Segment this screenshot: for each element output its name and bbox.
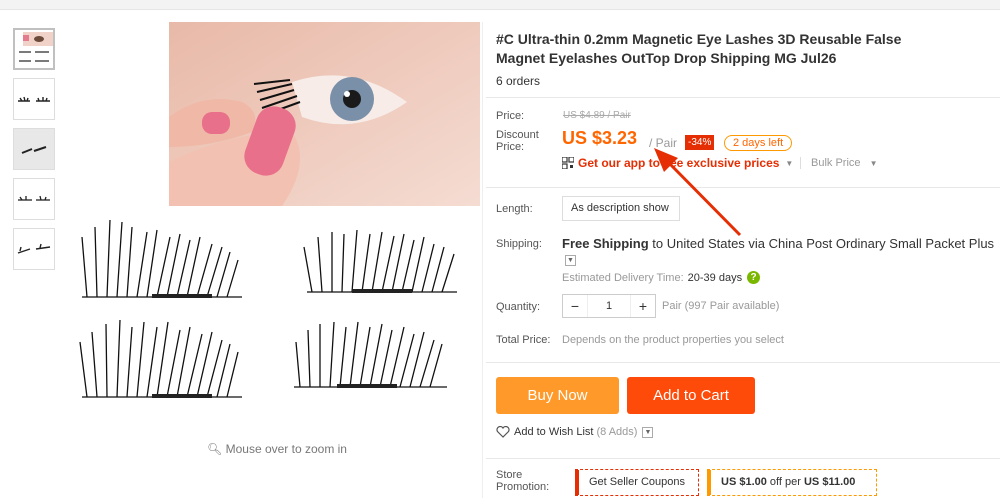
panel-divider — [482, 22, 483, 498]
zoom-hint-text: Mouse over to zoom in — [225, 442, 347, 456]
store-deal-button[interactable]: US $1.00 off per US $11.00 ▼ — [707, 469, 877, 496]
divider — [486, 362, 1000, 363]
free-shipping-text: Free Shipping — [562, 236, 649, 251]
top-strip — [0, 0, 1000, 10]
total-price-value: Depends on the product properties you se… — [562, 334, 784, 346]
add-to-wishlist-link[interactable]: Add to Wish List (8 Adds) ▼ — [496, 426, 654, 438]
buy-now-button[interactable]: Buy Now — [496, 377, 619, 414]
total-price-label: Total Price: — [496, 334, 551, 346]
qr-code-icon — [562, 157, 574, 169]
chevron-down-icon[interactable]: ▼ — [565, 255, 576, 267]
shipping-label: Shipping: — [496, 238, 542, 250]
deal-threshold: US $11.00 — [803, 476, 856, 488]
thumbnail-2[interactable] — [13, 78, 55, 120]
seller-coupons-button[interactable]: Get Seller Coupons ▼ — [575, 469, 699, 496]
seller-coupons-text: Get Seller Coupons — [589, 476, 685, 488]
delivery-estimate: Estimated Delivery Time: 20-39 days ? — [562, 271, 761, 284]
product-main-image[interactable] — [62, 22, 480, 442]
add-to-cart-button[interactable]: Add to Cart — [627, 377, 755, 414]
price-label: Price: — [496, 110, 525, 122]
chevron-down-icon: ▼ — [869, 159, 878, 168]
product-info-panel: #C Ultra-thin 0.2mm Magnetic Eye Lashes … — [496, 30, 1000, 88]
zoom-hint: 🔍︎ Mouse over to zoom in — [62, 442, 492, 456]
current-price: US $3.23 — [562, 128, 638, 148]
deal-amount: US $1.00 — [721, 476, 767, 488]
deal-mid-text: off per — [766, 476, 804, 488]
quantity-label: Quantity: — [496, 301, 541, 313]
quantity-increase-button[interactable]: + — [631, 295, 655, 317]
quantity-input[interactable]: 1 — [587, 295, 631, 317]
magnifier-icon: 🔍︎ — [207, 442, 223, 456]
quantity-available: Pair (997 Pair available) — [662, 300, 780, 312]
chevron-down-icon: ▼ — [785, 158, 794, 168]
discount-price-label: Discount Price: — [496, 129, 539, 153]
thumbnail-3[interactable] — [13, 128, 55, 170]
length-label: Length: — [496, 203, 533, 215]
thumbnail-1[interactable] — [13, 28, 55, 70]
thumbnail-list — [13, 28, 57, 278]
heart-icon — [496, 426, 510, 438]
delivery-label: Estimated Delivery Time: — [562, 271, 684, 284]
divider — [486, 97, 1000, 98]
quantity-decrease-button[interactable]: − — [563, 295, 587, 317]
shipping-method[interactable]: Free Shipping to United States via China… — [562, 236, 1000, 268]
store-promotion-label: Store Promotion: — [496, 469, 550, 493]
thumbnail-4[interactable] — [13, 178, 55, 220]
wishlist-count: (8 Adds) — [596, 426, 638, 438]
chevron-down-icon[interactable]: ▼ — [642, 426, 654, 438]
annotation-arrow — [654, 148, 742, 237]
divider — [486, 458, 1000, 459]
help-icon[interactable]: ? — [747, 271, 761, 284]
separator — [800, 157, 801, 169]
quantity-stepper: − 1 + — [562, 294, 656, 318]
bulk-price-text: Bulk Price — [811, 157, 861, 169]
delivery-value: 20-39 days — [687, 271, 743, 284]
thumbnail-5[interactable] — [13, 228, 55, 270]
orders-count: 6 orders — [496, 74, 541, 88]
product-title: #C Ultra-thin 0.2mm Magnetic Eye Lashes … — [496, 31, 902, 66]
wishlist-text: Add to Wish List — [514, 426, 594, 438]
bulk-price-dropdown[interactable]: Bulk Price ▼ — [811, 157, 878, 169]
original-price: US $4.89 / Pair — [563, 110, 631, 121]
